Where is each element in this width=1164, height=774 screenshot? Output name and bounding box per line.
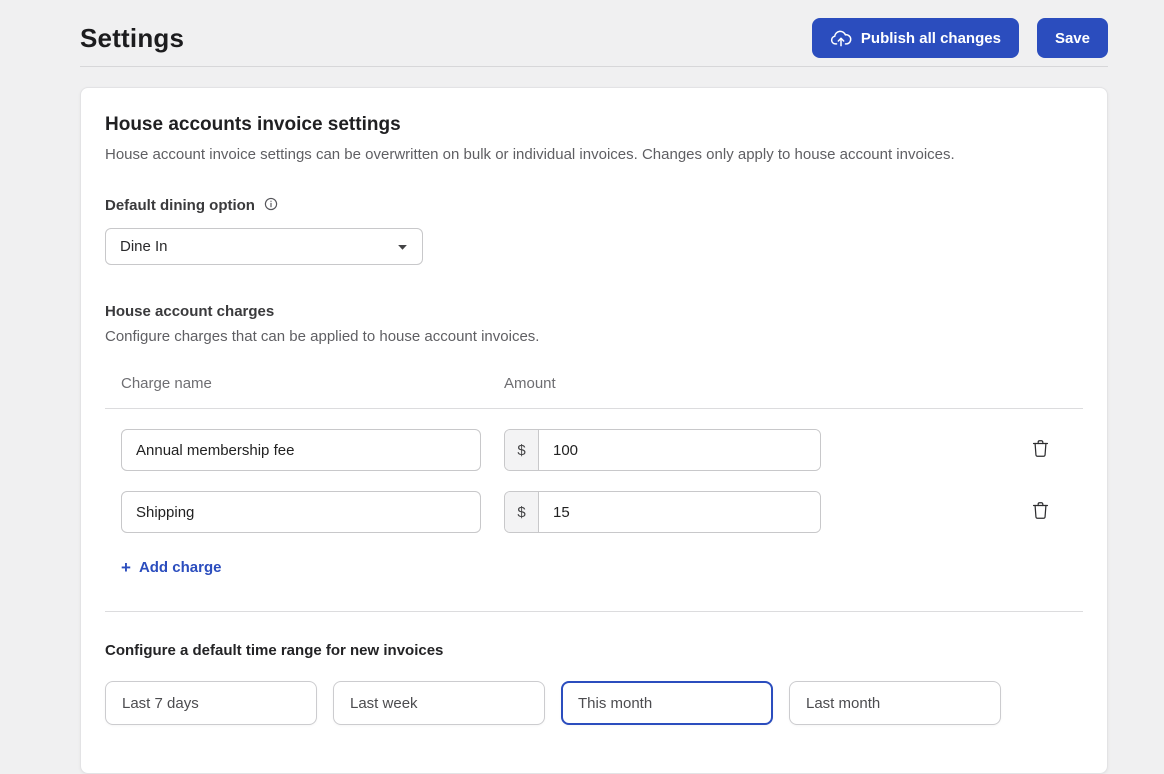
card-title: House accounts invoice settings [105, 114, 401, 135]
default-dining-label-row: Default dining option [105, 197, 1083, 214]
charges-table-header: Charge name Amount [105, 375, 1083, 409]
card-subtitle: House account invoice settings can be ov… [105, 146, 955, 163]
charge-name-column-header: Charge name [121, 375, 212, 392]
charge-row: $ [105, 491, 1083, 533]
dining-info-button[interactable] [264, 197, 278, 214]
time-range-option-label: Last week [350, 694, 418, 712]
time-range-option-0[interactable]: Last 7 days [105, 681, 317, 725]
plus-icon: + [121, 558, 131, 577]
delete-charge-button[interactable] [1028, 497, 1053, 527]
charge-amount-field: $ [504, 429, 821, 471]
add-charge-button[interactable]: + Add charge [121, 559, 221, 576]
default-dining-select[interactable]: Dine In [105, 228, 423, 265]
charge-amount-input[interactable] [539, 430, 820, 470]
currency-prefix: $ [505, 492, 539, 532]
currency-prefix: $ [505, 430, 539, 470]
trash-icon [1032, 501, 1049, 523]
publish-all-changes-button[interactable]: Publish all changes [811, 18, 1019, 58]
time-range-option-1[interactable]: Last week [333, 681, 545, 725]
add-charge-label: Add charge [138, 559, 222, 576]
time-range-option-label: This month [578, 694, 653, 712]
time-range-section-title: Configure a default time range for new i… [105, 642, 444, 659]
save-button[interactable]: Save [1036, 18, 1108, 58]
time-range-option-label: Last 7 days [122, 694, 199, 712]
charges-section-subtitle: Configure charges that can be applied to… [105, 328, 540, 345]
info-icon [264, 197, 278, 214]
section-divider [105, 611, 1083, 612]
charge-name-input[interactable] [121, 491, 481, 533]
page-header: Settings Publish all changes Save [0, 0, 1164, 66]
default-dining-selected-value: Dine In [120, 238, 168, 255]
settings-page: Settings Publish all changes Save House … [0, 0, 1164, 774]
time-range-option-3[interactable]: Last month [789, 681, 1001, 725]
time-range-option-label: Last month [806, 694, 881, 712]
charge-name-input[interactable] [121, 429, 481, 471]
page-title: Settings [80, 22, 185, 53]
header-divider [80, 66, 1108, 67]
amount-column-header: Amount [504, 375, 556, 392]
header-actions: Publish all changes Save [811, 18, 1108, 58]
chevron-down-icon [397, 238, 408, 255]
charge-amount-input[interactable] [539, 492, 820, 532]
default-dining-label: Default dining option [105, 197, 255, 214]
publish-button-label: Publish all changes [860, 29, 1001, 47]
trash-icon [1032, 439, 1049, 461]
charge-row: $ [105, 429, 1083, 471]
save-button-label: Save [1054, 29, 1090, 47]
charges-section-title: House account charges [105, 303, 275, 320]
charge-amount-field: $ [504, 491, 821, 533]
time-range-options: Last 7 days Last week This month Last mo… [105, 681, 1083, 725]
time-range-option-2[interactable]: This month [561, 681, 773, 725]
delete-charge-button[interactable] [1028, 435, 1053, 465]
cloud-upload-icon [830, 30, 852, 47]
house-accounts-settings-card: House accounts invoice settings House ac… [80, 87, 1108, 774]
